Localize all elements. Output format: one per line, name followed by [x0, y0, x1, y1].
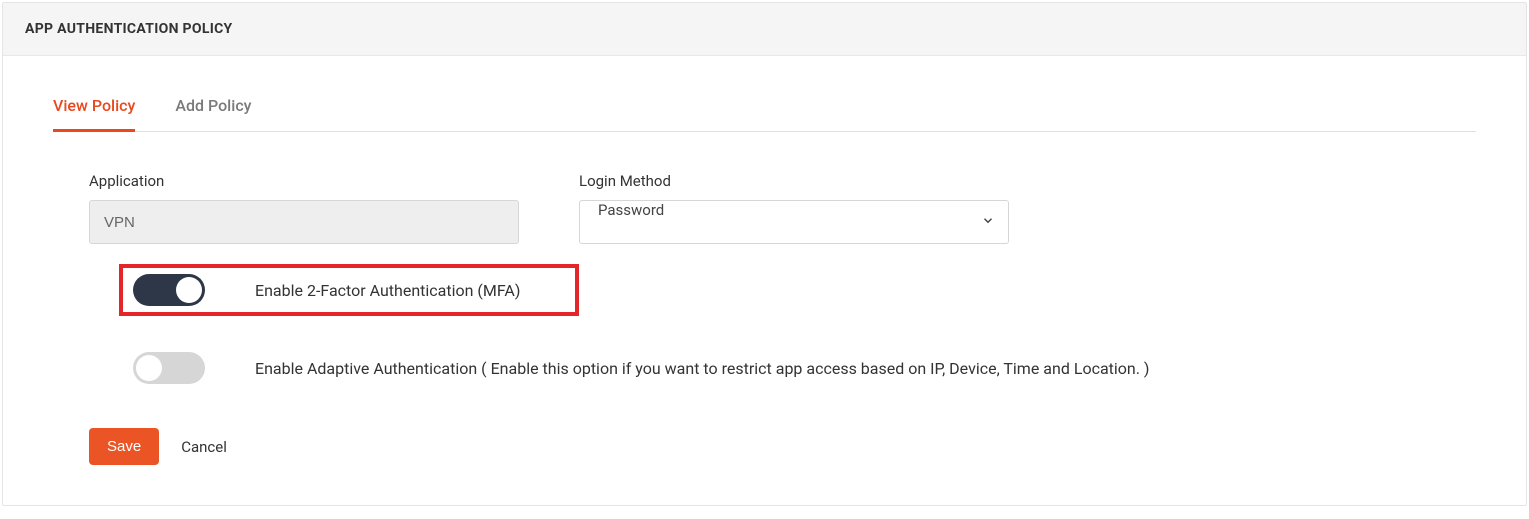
card-body: View Policy Add Policy Application Login…	[3, 56, 1526, 505]
select-value: Password	[598, 201, 664, 219]
application-label: Application	[89, 172, 519, 190]
policy-card: APP AUTHENTICATION POLICY View Policy Ad…	[2, 2, 1527, 506]
card-title: APP AUTHENTICATION POLICY	[25, 21, 233, 37]
toggle-knob	[176, 277, 202, 303]
tabs: View Policy Add Policy	[53, 86, 1476, 132]
tab-add-policy[interactable]: Add Policy	[175, 86, 251, 132]
adaptive-toggle[interactable]	[133, 352, 205, 384]
tab-view-policy[interactable]: View Policy	[53, 86, 135, 132]
toggle-knob	[136, 355, 162, 381]
application-input[interactable]	[89, 200, 519, 244]
card-header: APP AUTHENTICATION POLICY	[3, 3, 1526, 56]
mfa-toggle[interactable]	[133, 274, 205, 306]
login-method-group: Login Method Password	[579, 172, 1009, 244]
login-method-select[interactable]: Password	[579, 200, 1009, 244]
adaptive-toggle-label: Enable Adaptive Authentication ( Enable …	[255, 359, 1149, 378]
application-group: Application	[89, 172, 519, 244]
actions-row: Save Cancel	[53, 428, 1476, 465]
tab-label: View Policy	[53, 96, 135, 115]
mfa-toggle-row: Enable 2-Factor Authentication (MFA)	[119, 264, 579, 316]
login-method-label: Login Method	[579, 172, 1009, 190]
login-method-select-wrap: Password	[579, 200, 1009, 244]
cancel-link[interactable]: Cancel	[181, 438, 227, 456]
tab-label: Add Policy	[175, 96, 251, 115]
save-button[interactable]: Save	[89, 428, 159, 465]
form-row: Application Login Method Password	[53, 172, 1476, 244]
mfa-toggle-label: Enable 2-Factor Authentication (MFA)	[255, 281, 520, 300]
adaptive-toggle-row: Enable Adaptive Authentication ( Enable …	[123, 352, 1476, 384]
